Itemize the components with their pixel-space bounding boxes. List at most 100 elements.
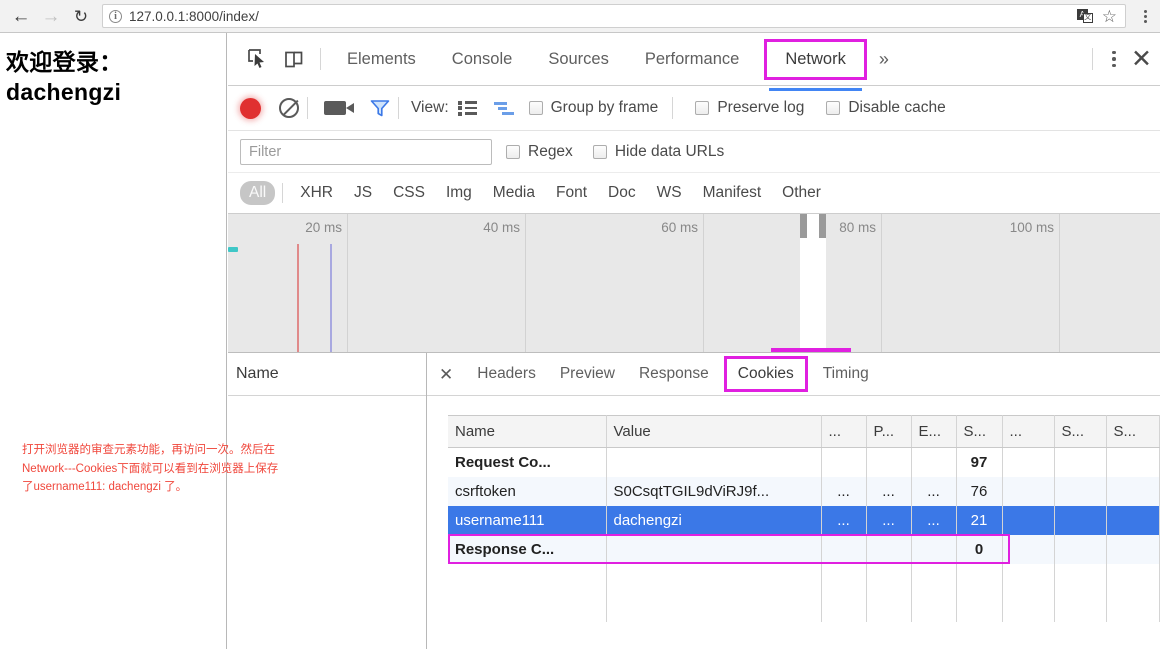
welcome-line-1: 欢迎登录： <box>6 49 123 75</box>
screenshot-root: ← → ↻ i 127.0.0.1:8000/index/ A文 ☆ 欢迎登录：… <box>0 0 1160 649</box>
tab-sources[interactable]: Sources <box>535 44 622 75</box>
filter-ws[interactable]: WS <box>648 181 691 205</box>
filter-js[interactable]: JS <box>345 181 381 205</box>
filter-all[interactable]: All <box>240 181 276 205</box>
star-icon[interactable]: ☆ <box>1102 8 1117 25</box>
cell-httponly <box>1002 447 1055 477</box>
browser-toolbar: ← → ↻ i 127.0.0.1:8000/index/ A文 ☆ <box>0 0 1160 33</box>
reload-icon[interactable]: ↻ <box>66 1 96 31</box>
col-header-httponly[interactable]: ... <box>1002 415 1055 448</box>
cell-httponly <box>1002 476 1055 506</box>
col-header-name[interactable]: Name <box>448 415 607 448</box>
cookies-table-wrapper: Name Value ... P... E... S... ... S... S… <box>448 415 1160 649</box>
timeline-tick-80ms: 80 ms <box>839 220 876 235</box>
filter-css[interactable]: CSS <box>384 181 434 205</box>
cell-expires: ... <box>911 505 957 535</box>
hide-data-urls-checkbox[interactable]: Hide data URLs <box>592 142 725 161</box>
device-toolbar-icon[interactable] <box>276 41 312 77</box>
view-list-icon[interactable] <box>457 100 477 116</box>
filter-funnel-icon[interactable] <box>370 99 390 117</box>
checkbox-box[interactable] <box>826 101 841 115</box>
disable-cache-checkbox[interactable]: Disable cache <box>826 99 946 117</box>
timeline-request-bar <box>228 247 238 252</box>
devtools-panel: Elements Console Sources Performance Net… <box>228 33 1160 649</box>
table-row-selected[interactable]: username111 dachengzi ... ... ... 21 <box>448 505 1160 535</box>
timeline-selection-handle-right[interactable] <box>819 214 826 238</box>
filter-img[interactable]: Img <box>437 181 481 205</box>
toolbar-divider <box>320 48 321 70</box>
more-tabs-icon[interactable]: » <box>869 45 899 74</box>
tab-preview[interactable]: Preview <box>550 360 625 388</box>
table-row[interactable]: Response C... 0 <box>448 534 1160 564</box>
regex-checkbox[interactable]: Regex <box>506 143 573 161</box>
tab-performance[interactable]: Performance <box>632 44 752 75</box>
filter-other[interactable]: Other <box>773 181 830 205</box>
detail-tab-strip: ✕ Headers Preview Response Cookies Timin… <box>427 353 1160 396</box>
table-row[interactable]: csrftoken S0CsqtTGIL9dViRJ9f... ... ... … <box>448 476 1160 506</box>
translate-icon[interactable]: A文 <box>1076 8 1093 24</box>
inspect-cursor-icon[interactable] <box>240 41 276 77</box>
filter-font[interactable]: Font <box>547 181 596 205</box>
request-list-column-header[interactable]: Name <box>228 353 426 396</box>
checkbox-box[interactable] <box>695 101 710 115</box>
hide-data-urls-label: Hide data URLs <box>614 142 725 160</box>
tab-elements[interactable]: Elements <box>334 44 429 75</box>
actions-divider <box>1092 48 1094 70</box>
tab-cookies[interactable]: Cookies <box>723 356 808 392</box>
back-icon[interactable]: ← <box>6 1 36 31</box>
cell-name: Response C... <box>448 534 607 564</box>
cell-secure <box>1054 447 1107 477</box>
cell-samesite <box>1106 505 1160 535</box>
cell-samesite <box>1106 476 1160 506</box>
col-header-size[interactable]: S... <box>956 415 1003 448</box>
table-row-empty <box>448 563 1160 593</box>
cell-domain: ... <box>821 476 867 506</box>
checkbox-box[interactable] <box>528 101 543 115</box>
web-page-content: 欢迎登录： dachengzi <box>0 33 227 649</box>
checkbox-box[interactable] <box>506 144 520 159</box>
cell-size: 0 <box>956 534 1003 564</box>
network-split-view: Name ✕ Headers Preview Response Cookies … <box>228 353 1160 649</box>
checkbox-box[interactable] <box>592 144 607 159</box>
cell-path: ... <box>866 476 912 506</box>
col-header-secure[interactable]: S... <box>1054 415 1107 448</box>
col-header-value[interactable]: Value <box>606 415 822 448</box>
cell-value: S0CsqtTGIL9dViRJ9f... <box>606 476 822 506</box>
close-icon[interactable]: ✕ <box>1127 46 1160 72</box>
screenshot-camera-icon[interactable] <box>324 101 354 115</box>
timeline-gridline <box>703 214 704 352</box>
timeline-selection-handle-left[interactable] <box>800 214 807 238</box>
close-icon[interactable]: ✕ <box>435 366 465 383</box>
tab-timing[interactable]: Timing <box>813 360 879 388</box>
cell-path <box>866 447 912 477</box>
col-header-domain[interactable]: ... <box>821 415 867 448</box>
network-timeline-overview[interactable]: 20 ms 40 ms 60 ms 80 ms 100 ms <box>228 214 1160 353</box>
tab-response[interactable]: Response <box>629 360 719 388</box>
view-waterfall-icon[interactable] <box>493 101 515 116</box>
col-header-expires[interactable]: E... <box>911 415 957 448</box>
filter-doc[interactable]: Doc <box>599 181 645 205</box>
tab-network[interactable]: Network <box>764 38 867 91</box>
col-header-samesite[interactable]: S... <box>1106 415 1160 448</box>
timeline-tick-40ms: 40 ms <box>483 220 520 235</box>
filter-manifest[interactable]: Manifest <box>694 181 771 205</box>
devtools-menu-icon[interactable] <box>1101 50 1127 68</box>
group-by-frame-checkbox[interactable]: Group by frame <box>528 99 658 117</box>
col-header-path[interactable]: P... <box>866 415 912 448</box>
forward-icon[interactable]: → <box>36 1 66 31</box>
filter-media[interactable]: Media <box>484 181 544 205</box>
clear-icon[interactable] <box>279 98 299 118</box>
search-input[interactable] <box>240 138 492 165</box>
devtools-tab-actions: ✕ <box>1084 46 1160 72</box>
record-button-icon[interactable] <box>240 97 261 119</box>
tab-console[interactable]: Console <box>439 44 526 75</box>
cell-path <box>866 534 912 564</box>
address-bar[interactable]: i 127.0.0.1:8000/index/ A文 ☆ <box>102 4 1126 28</box>
preserve-log-checkbox[interactable]: Preserve log <box>695 99 804 117</box>
timeline-gridline <box>525 214 526 352</box>
browser-menu-icon[interactable] <box>1134 9 1156 23</box>
filter-xhr[interactable]: XHR <box>291 181 342 205</box>
tab-headers[interactable]: Headers <box>467 360 546 388</box>
table-row[interactable]: Request Co... 97 <box>448 447 1160 477</box>
site-info-icon[interactable]: i <box>109 9 122 23</box>
